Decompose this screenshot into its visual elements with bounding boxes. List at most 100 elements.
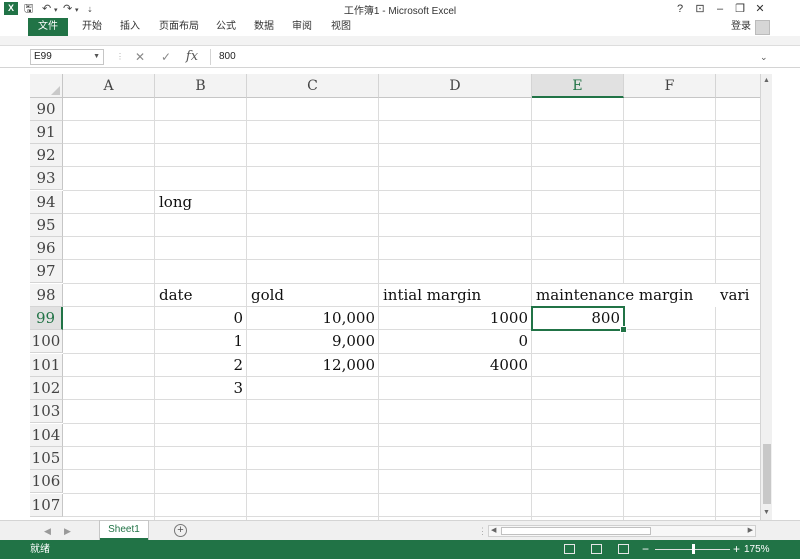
row-header-90[interactable]: 90: [30, 98, 63, 121]
column-header-g[interactable]: [716, 74, 760, 98]
column-header-d[interactable]: D: [379, 74, 532, 98]
cell-c101[interactable]: 12,000: [247, 354, 379, 377]
expand-formula-bar-icon[interactable]: ⌄: [760, 49, 768, 65]
more-icon: ⋮: [116, 52, 124, 61]
cell-c99[interactable]: 10,000: [247, 307, 379, 330]
tab-home[interactable]: 开始: [82, 18, 102, 36]
tab-file[interactable]: 文件: [28, 18, 68, 36]
row-header-107[interactable]: 107: [30, 494, 63, 517]
name-box-value: E99: [34, 51, 52, 62]
cell-b102[interactable]: 3: [155, 377, 247, 400]
row-header-94[interactable]: 94: [30, 191, 63, 214]
vertical-scrollbar[interactable]: ▲ ▼: [760, 74, 772, 520]
zoom-level[interactable]: 175%: [744, 540, 770, 559]
page-layout-view-icon[interactable]: [591, 544, 602, 554]
select-all-button[interactable]: [30, 74, 63, 98]
next-sheet-icon[interactable]: ▶: [64, 521, 71, 541]
gridline: [63, 259, 760, 260]
cell-d98[interactable]: intial margin: [379, 284, 532, 307]
row-header-97[interactable]: 97: [30, 260, 63, 283]
sheet-tab-bar: ◀ ▶ Sheet1 + ⋮ ◀ ▶: [0, 520, 800, 540]
gridline: [63, 446, 760, 447]
cell-b100[interactable]: 1: [155, 330, 247, 353]
tab-formulas[interactable]: 公式: [216, 18, 236, 36]
horizontal-scroll-thumb[interactable]: [501, 527, 651, 535]
tab-view[interactable]: 视图: [331, 18, 351, 36]
scroll-left-icon[interactable]: ◀: [491, 525, 496, 537]
tab-insert[interactable]: 插入: [120, 18, 140, 36]
chevron-down-icon[interactable]: ▼: [93, 50, 100, 64]
insert-function-button[interactable]: fx: [184, 49, 200, 65]
sheet-tab-sheet1[interactable]: Sheet1: [100, 521, 148, 540]
prev-sheet-icon[interactable]: ◀: [44, 521, 51, 541]
row-header-105[interactable]: 105: [30, 447, 63, 470]
login-link[interactable]: 登录: [731, 18, 751, 36]
gridline: [63, 423, 760, 424]
close-icon[interactable]: ✕: [752, 1, 768, 17]
gridline: [63, 166, 760, 167]
cancel-icon[interactable]: ✕: [132, 49, 148, 65]
cell-b98[interactable]: date: [155, 284, 247, 307]
horizontal-scrollbar[interactable]: ◀ ▶: [488, 525, 756, 537]
column-header-a[interactable]: A: [63, 74, 155, 98]
add-sheet-icon[interactable]: +: [174, 524, 187, 537]
column-header-b[interactable]: B: [155, 74, 247, 98]
page-break-view-icon[interactable]: [618, 544, 629, 554]
tab-review[interactable]: 审阅: [292, 18, 312, 36]
column-header-e[interactable]: E: [532, 74, 624, 98]
scroll-up-icon[interactable]: ▲: [761, 76, 772, 86]
normal-view-icon[interactable]: [564, 544, 575, 554]
user-avatar-icon[interactable]: [755, 20, 770, 35]
gridline: [63, 143, 760, 144]
row-header-95[interactable]: 95: [30, 214, 63, 237]
gridline: [63, 493, 760, 494]
row-header-92[interactable]: 92: [30, 144, 63, 167]
scroll-down-icon[interactable]: ▼: [761, 508, 772, 518]
cell-d99[interactable]: 1000: [379, 307, 532, 330]
row-header-106[interactable]: 106: [30, 470, 63, 493]
more-icon: ⋮: [478, 526, 487, 536]
minimize-icon[interactable]: –: [712, 1, 728, 17]
worksheet-grid[interactable]: A B C D E F 90 91 92 93 94 95 96 97 98 9…: [0, 74, 760, 520]
enter-icon[interactable]: ✓: [158, 49, 174, 65]
cell-b101[interactable]: 2: [155, 354, 247, 377]
row-header-98[interactable]: 98: [30, 284, 63, 307]
row-header-99[interactable]: 99: [30, 307, 63, 330]
zoom-slider-handle[interactable]: [692, 544, 695, 554]
cell-d101[interactable]: 4000: [379, 354, 532, 377]
row-header-103[interactable]: 103: [30, 400, 63, 423]
zoom-out-icon[interactable]: −: [642, 540, 649, 558]
gridline: [63, 120, 760, 121]
gridline: [63, 469, 760, 470]
cell-c98[interactable]: gold: [247, 284, 379, 307]
cell-d100[interactable]: 0: [379, 330, 532, 353]
scroll-right-icon[interactable]: ▶: [748, 525, 753, 537]
vertical-scroll-thumb[interactable]: [763, 444, 771, 504]
column-header-f[interactable]: F: [624, 74, 716, 98]
gridline: [715, 98, 716, 520]
restore-icon[interactable]: ❐: [732, 1, 748, 17]
row-header-91[interactable]: 91: [30, 121, 63, 144]
row-header-101[interactable]: 101: [30, 354, 63, 377]
ribbon-tabs: 文件 开始 插入 页面布局 公式 数据 审阅 视图 登录: [0, 18, 800, 36]
row-header-104[interactable]: 104: [30, 424, 63, 447]
column-header-c[interactable]: C: [247, 74, 379, 98]
gridline: [63, 236, 760, 237]
ribbon-display-icon[interactable]: ⊡: [692, 1, 708, 17]
row-header-96[interactable]: 96: [30, 237, 63, 260]
cell-g98[interactable]: vari: [716, 284, 760, 307]
cell-c100[interactable]: 9,000: [247, 330, 379, 353]
active-cell-selection[interactable]: [531, 306, 627, 333]
cell-b94[interactable]: long: [155, 191, 247, 214]
tab-data[interactable]: 数据: [254, 18, 274, 36]
row-header-100[interactable]: 100: [30, 330, 63, 353]
help-icon[interactable]: ?: [672, 1, 688, 17]
row-header-102[interactable]: 102: [30, 377, 63, 400]
tab-page-layout[interactable]: 页面布局: [159, 18, 199, 36]
name-box[interactable]: E99 ▼: [30, 49, 104, 65]
row-header-93[interactable]: 93: [30, 167, 63, 190]
cell-e98[interactable]: maintenance margin: [532, 284, 716, 307]
zoom-in-icon[interactable]: +: [733, 540, 740, 558]
cell-b99[interactable]: 0: [155, 307, 247, 330]
formula-input[interactable]: 800: [210, 49, 758, 65]
